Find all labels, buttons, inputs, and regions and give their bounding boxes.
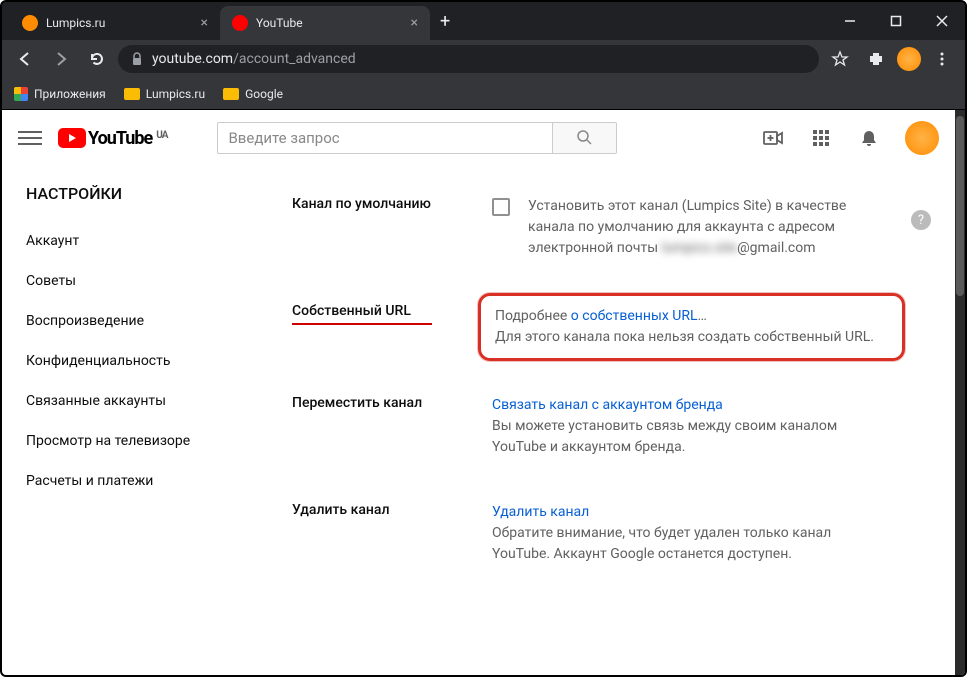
url-path: /account_advanced bbox=[233, 51, 356, 67]
forward-button[interactable] bbox=[46, 44, 76, 74]
apps-grid-icon[interactable] bbox=[809, 126, 833, 150]
default-channel-checkbox[interactable] bbox=[492, 198, 510, 216]
bookmark-star-icon[interactable] bbox=[825, 44, 855, 74]
sidebar-item-connected[interactable]: Связанные аккаунты bbox=[2, 381, 242, 421]
lock-icon bbox=[130, 52, 144, 66]
search-input[interactable]: Введите запрос bbox=[217, 122, 553, 154]
settings-main: Канал по умолчанию Установить этот канал… bbox=[242, 166, 955, 675]
extensions-icon[interactable] bbox=[861, 44, 891, 74]
custom-url-pretext: Подробнее bbox=[495, 308, 571, 324]
sidebar-item-account[interactable]: Аккаунт bbox=[2, 221, 242, 261]
notifications-bell-icon[interactable] bbox=[857, 126, 881, 150]
minimize-button[interactable] bbox=[827, 6, 873, 36]
tab-title: YouTube bbox=[256, 16, 303, 30]
apps-icon bbox=[14, 87, 28, 101]
browser-tab-youtube[interactable]: YouTube × bbox=[220, 6, 430, 40]
favicon-lumpics bbox=[22, 15, 38, 31]
bookmark-label: Lumpics.ru bbox=[146, 87, 205, 101]
row-label-default-channel: Канал по умолчанию bbox=[292, 196, 492, 212]
new-tab-button[interactable]: + bbox=[430, 11, 460, 32]
custom-url-desc: Для этого канала пока нельзя создать соб… bbox=[495, 329, 874, 345]
sidebar-item-playback[interactable]: Воспроизведение bbox=[2, 301, 242, 341]
tab-title: Lumpics.ru bbox=[46, 16, 105, 30]
row-label-move-channel: Переместить канал bbox=[292, 395, 492, 411]
default-channel-text: Установить этот канал (Lumpics Site) в к… bbox=[528, 196, 863, 259]
bookmark-label: Приложения bbox=[34, 87, 106, 101]
scrollbar-thumb[interactable] bbox=[956, 116, 964, 296]
play-icon bbox=[58, 128, 86, 148]
help-icon[interactable]: ? bbox=[911, 210, 931, 230]
move-channel-link[interactable]: Связать канал с аккаунтом бренда bbox=[492, 397, 723, 413]
delete-channel-desc: Обратите внимание, что будет удален толь… bbox=[492, 525, 831, 562]
sidebar-item-tv[interactable]: Просмотр на телевизоре bbox=[2, 421, 242, 461]
settings-sidebar: НАСТРОЙКИ Аккаунт Советы Воспроизведение… bbox=[2, 166, 242, 675]
ellipsis: … bbox=[697, 308, 706, 324]
bookmark-label: Google bbox=[245, 87, 283, 101]
folder-icon bbox=[223, 88, 239, 100]
url-input[interactable]: youtube.com/account_advanced bbox=[118, 45, 819, 73]
logo-text: YouTube bbox=[88, 128, 152, 149]
page-scrollbar[interactable] bbox=[955, 110, 965, 675]
youtube-logo[interactable]: YouTube UA bbox=[58, 128, 167, 149]
close-icon[interactable]: × bbox=[411, 15, 418, 31]
reload-button[interactable] bbox=[82, 44, 112, 74]
folder-icon bbox=[124, 88, 140, 100]
profile-avatar-icon[interactable] bbox=[897, 47, 921, 71]
maximize-button[interactable] bbox=[873, 6, 919, 36]
sidebar-item-privacy[interactable]: Конфиденциальность bbox=[2, 341, 242, 381]
bookmark-apps[interactable]: Приложения bbox=[14, 87, 106, 101]
delete-channel-link[interactable]: Удалить канал bbox=[492, 504, 589, 520]
row-label-custom-url: Собственный URL bbox=[292, 303, 492, 319]
favicon-youtube bbox=[232, 15, 248, 31]
bookmarks-bar: Приложения Lumpics.ru Google bbox=[2, 78, 965, 110]
close-icon[interactable]: × bbox=[201, 15, 208, 31]
menu-icon[interactable] bbox=[927, 44, 957, 74]
back-button[interactable] bbox=[10, 44, 40, 74]
sidebar-title: НАСТРОЙКИ bbox=[2, 184, 242, 221]
hamburger-menu-icon[interactable] bbox=[18, 126, 42, 150]
move-channel-desc: Вы можете установить связь между своим к… bbox=[492, 418, 837, 455]
address-bar: youtube.com/account_advanced bbox=[2, 40, 965, 78]
browser-tab-lumpics[interactable]: Lumpics.ru × bbox=[10, 6, 220, 40]
bookmark-lumpics[interactable]: Lumpics.ru bbox=[124, 87, 205, 101]
sidebar-item-tips[interactable]: Советы bbox=[2, 261, 242, 301]
row-label-delete-channel: Удалить канал bbox=[292, 502, 492, 518]
custom-url-highlight: Подробнее о собственных URL… Для этого к… bbox=[478, 293, 905, 361]
user-avatar-icon[interactable] bbox=[905, 121, 939, 155]
browser-tabstrip: Lumpics.ru × YouTube × + bbox=[2, 2, 965, 40]
sidebar-item-billing[interactable]: Расчеты и платежи bbox=[2, 461, 242, 501]
create-video-icon[interactable] bbox=[761, 126, 785, 150]
search-button[interactable] bbox=[553, 122, 617, 154]
youtube-header: YouTube UA Введите запрос bbox=[2, 110, 955, 166]
logo-region: UA bbox=[156, 130, 167, 141]
url-host: youtube.com bbox=[152, 51, 233, 67]
close-window-button[interactable] bbox=[919, 6, 965, 36]
search-icon bbox=[576, 129, 594, 147]
bookmark-google[interactable]: Google bbox=[223, 87, 283, 101]
custom-url-link[interactable]: о собственных URL bbox=[571, 308, 698, 324]
